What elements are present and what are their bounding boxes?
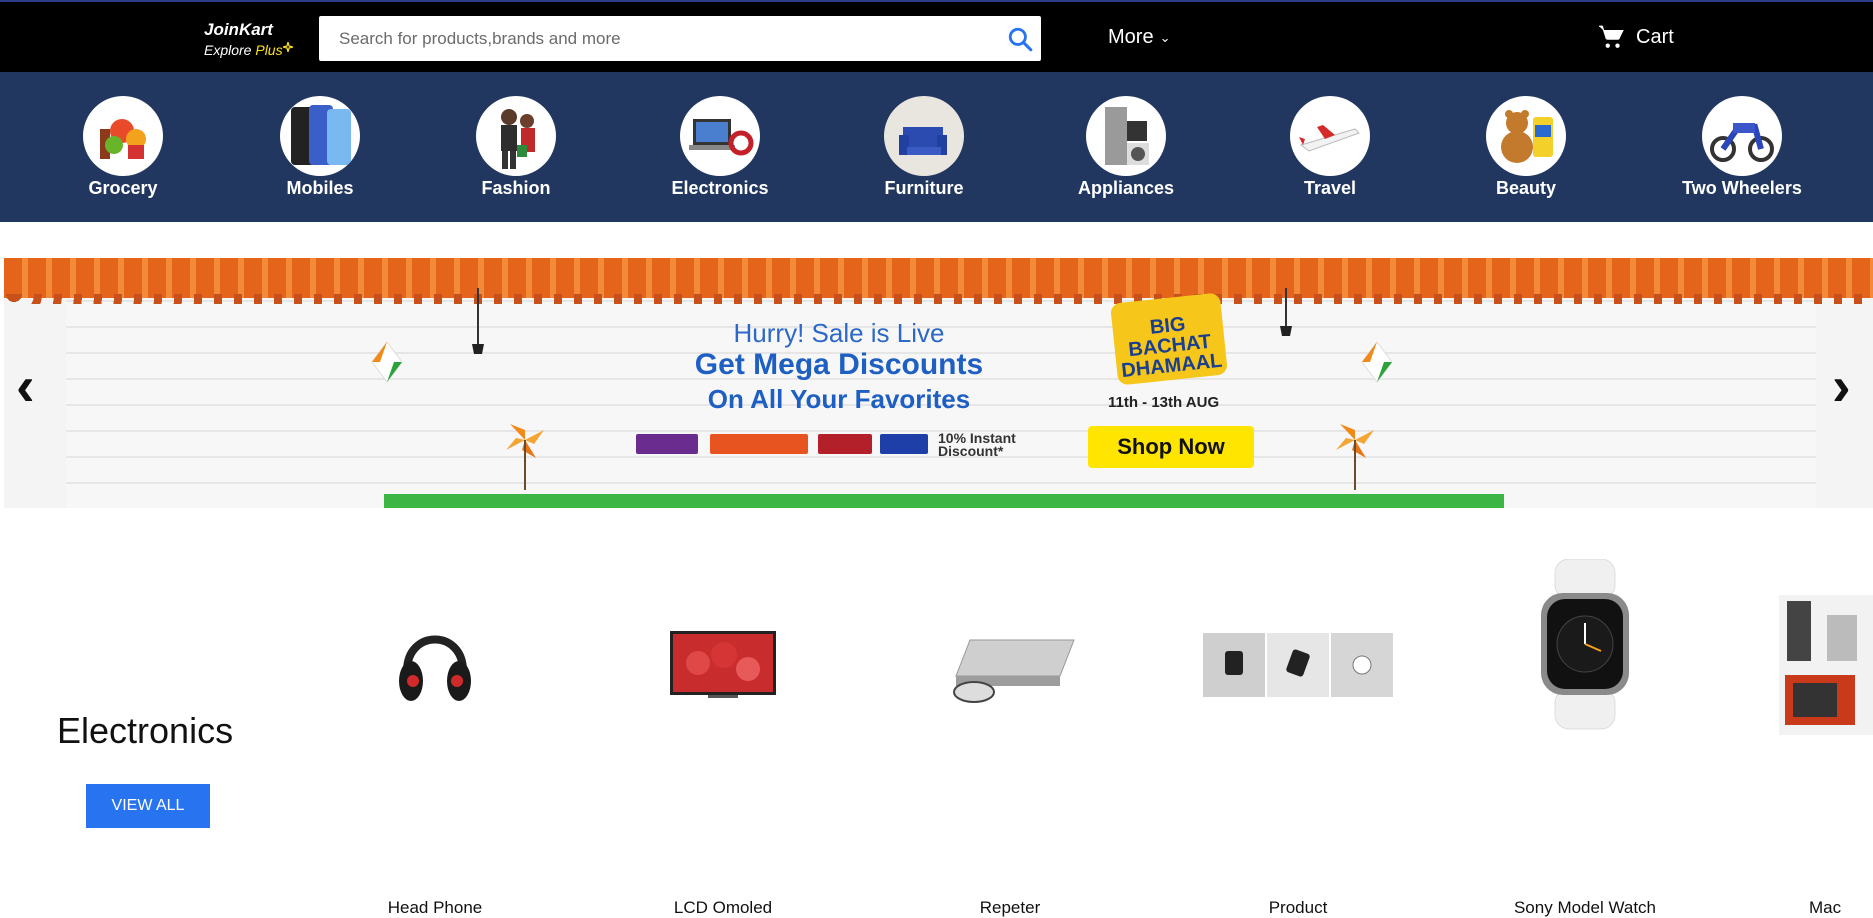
hanging-lamp-icon xyxy=(1280,288,1292,336)
sale-dates: 11th - 13th AUG xyxy=(1108,394,1220,411)
hanging-lamp-icon xyxy=(472,288,484,354)
product-card[interactable]: Repeter xyxy=(895,580,1125,917)
game-console-icon xyxy=(910,580,1110,750)
cart-button[interactable]: Cart xyxy=(1598,24,1674,50)
category-label: Fashion xyxy=(481,178,551,198)
bank-logo xyxy=(710,434,808,454)
kitchen-appliances-icon xyxy=(1779,580,1873,750)
bank-logo xyxy=(880,434,928,454)
search-bar xyxy=(319,16,1041,61)
plus-sparkle-icon xyxy=(282,41,293,53)
section-title: Electronics xyxy=(57,710,234,751)
pinwheel-icon xyxy=(506,424,544,490)
category-label: Furniture xyxy=(884,178,964,198)
watch-icon xyxy=(1485,554,1685,744)
fashion-icon xyxy=(476,96,556,176)
furniture-icon xyxy=(884,96,964,176)
cart-icon xyxy=(1599,25,1624,48)
product-card[interactable]: Product xyxy=(1183,580,1413,917)
view-all-button[interactable]: VIEW ALL xyxy=(86,784,210,828)
chevron-left-icon[interactable]: ‹ xyxy=(16,358,35,414)
category-beauty[interactable]: Beauty xyxy=(1436,96,1616,199)
mobiles-icon xyxy=(280,96,360,176)
banner-roof-edge xyxy=(4,294,1873,304)
travel-icon xyxy=(1290,96,1370,176)
search-input[interactable] xyxy=(319,16,999,61)
product-name: Product xyxy=(1268,898,1328,917)
sale-badge: BIG BACHAT DHAMAAL xyxy=(1110,292,1228,386)
product-name: Sony Model Watch xyxy=(1513,898,1657,917)
banner-headline: Hurry! Sale is Live xyxy=(733,318,945,348)
product-card[interactable]: Mac xyxy=(1759,580,1873,917)
category-travel[interactable]: Travel xyxy=(1240,96,1420,199)
category-electronics[interactable]: Electronics xyxy=(630,96,810,199)
instant-line-2: Discount* xyxy=(938,443,1004,459)
bank-logo xyxy=(818,434,872,454)
logo-name: JoinKart xyxy=(204,20,273,39)
product-card[interactable]: Sony Model Watch xyxy=(1470,559,1700,917)
instant-discount-text: 10% Instant Discount* xyxy=(938,431,1016,459)
category-label: Electronics xyxy=(671,178,769,198)
cart-label: Cart xyxy=(1636,25,1674,48)
two-wheelers-icon xyxy=(1702,96,1782,176)
logo-tag-plus: Plus xyxy=(255,42,283,58)
logo-tagline: Explore Plus xyxy=(204,41,293,58)
chevron-down-icon: ⌄ xyxy=(1159,29,1171,45)
category-grocery[interactable]: Grocery xyxy=(33,96,213,199)
category-mobiles[interactable]: Mobiles xyxy=(230,96,410,199)
tricolor-kite-icon xyxy=(372,342,402,382)
product-name: LCD Omoled xyxy=(673,898,773,917)
grocery-icon xyxy=(83,96,163,176)
product-name: Repeter xyxy=(979,898,1041,917)
tricolor-kite-icon xyxy=(1362,342,1392,382)
promo-banner[interactable]: Hurry! Sale is Live Get Mega Discounts O… xyxy=(4,258,1873,508)
logo[interactable]: JoinKart Explore Plus xyxy=(204,20,293,58)
chevron-right-icon[interactable]: › xyxy=(1832,358,1851,414)
banner-roof xyxy=(4,258,1873,298)
category-appliances[interactable]: Appliances xyxy=(1036,96,1216,199)
tv-icon xyxy=(623,580,823,750)
banner-grass xyxy=(384,494,1504,508)
more-menu[interactable]: More ⌄ xyxy=(1108,26,1170,49)
category-label: Mobiles xyxy=(286,178,354,198)
product-card[interactable]: LCD Omoled xyxy=(608,580,838,917)
bank-logo xyxy=(636,434,698,454)
shop-now-button[interactable]: Shop Now xyxy=(1088,426,1254,468)
smartwatch-set-icon xyxy=(1198,580,1398,750)
category-label: Beauty xyxy=(1495,178,1557,198)
product-name: Mac xyxy=(1809,898,1842,917)
logo-tag-prefix: Explore xyxy=(204,42,256,58)
banner-title: Get Mega Discounts xyxy=(694,348,984,381)
product-name: Head Phone xyxy=(387,898,483,917)
category-fashion[interactable]: Fashion xyxy=(426,96,606,199)
search-icon[interactable] xyxy=(1007,26,1033,52)
headphone-icon xyxy=(335,580,535,750)
category-bar: Grocery Mobiles Fashion Electronics Furn… xyxy=(0,72,1873,222)
appliances-icon xyxy=(1086,96,1166,176)
beauty-icon xyxy=(1486,96,1566,176)
category-two-wheelers[interactable]: Two Wheelers xyxy=(1652,96,1832,199)
electronics-icon xyxy=(680,96,760,176)
top-navbar: JoinKart Explore Plus More ⌄ Cart xyxy=(0,0,1873,72)
product-card[interactable]: Head Phone xyxy=(320,580,550,917)
banner-subtitle: On All Your Favorites xyxy=(707,384,971,414)
pinwheel-icon xyxy=(1336,424,1374,490)
category-label: Appliances xyxy=(1077,178,1175,198)
category-furniture[interactable]: Furniture xyxy=(834,96,1014,199)
electronics-section: Electronics VIEW ALL Head Phone LCD Omol… xyxy=(0,520,1873,917)
category-label: Travel xyxy=(1303,178,1357,198)
more-label: More xyxy=(1108,26,1154,48)
category-label: Two Wheelers xyxy=(1682,178,1802,198)
category-label: Grocery xyxy=(88,178,158,198)
